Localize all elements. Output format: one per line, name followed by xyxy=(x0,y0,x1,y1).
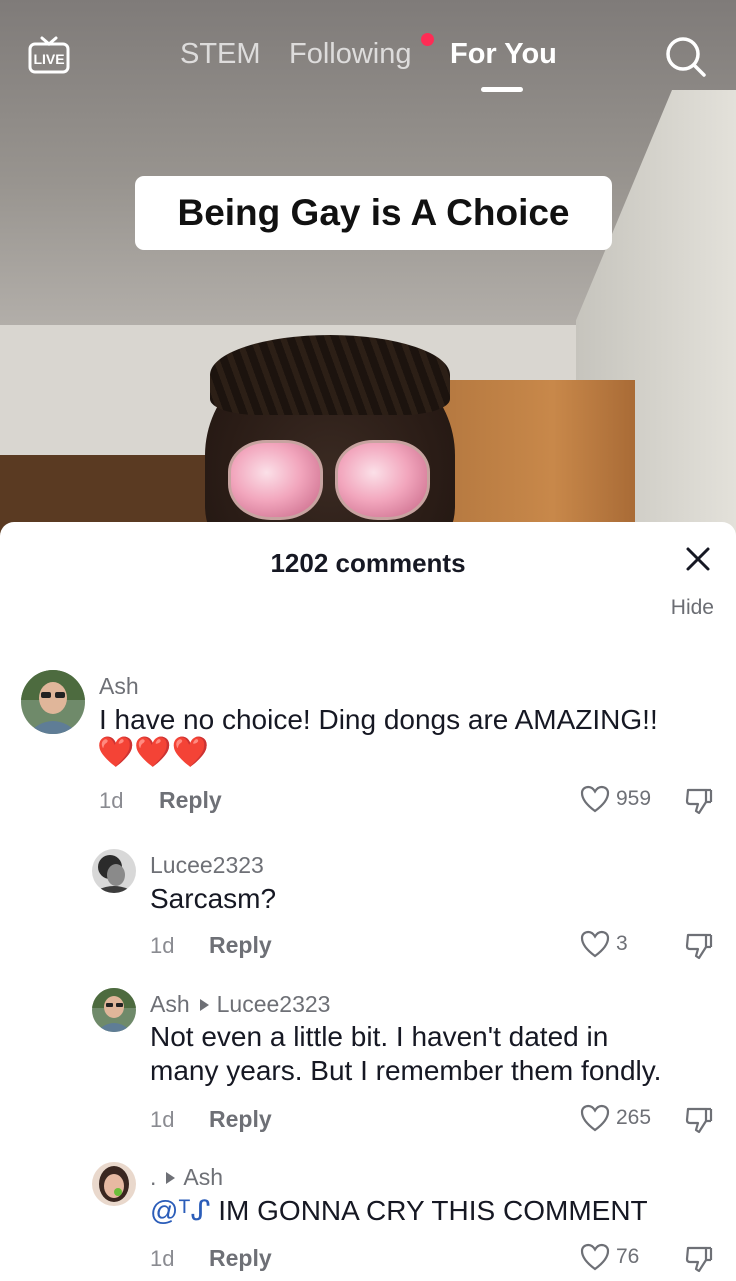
like-button[interactable]: 3 xyxy=(580,930,628,958)
sunglasses-lens-left xyxy=(228,440,323,520)
like-count: 3 xyxy=(616,932,628,955)
avatar[interactable] xyxy=(92,849,136,893)
comment-text: Sarcasm? xyxy=(150,883,277,914)
reply-button[interactable]: Reply xyxy=(209,1106,272,1133)
comments-count: 1202 comments xyxy=(270,548,466,578)
hide-button[interactable]: Hide xyxy=(671,596,714,620)
comments-panel: 1202 comments Hide Ash I have no choice!… xyxy=(0,522,736,1281)
comment-text: @ᵀᔑ IM GONNA CRY THIS COMMENT xyxy=(150,1194,648,1228)
comment-username[interactable]: Ash xyxy=(99,673,139,700)
active-tab-indicator xyxy=(481,87,523,92)
heart-icon xyxy=(580,785,610,813)
comment-text: I have no choice! Ding dongs are AMAZING… xyxy=(99,704,658,735)
top-nav: LIVE STEM Following For You xyxy=(0,0,736,110)
comment-username: Ash Lucee2323 xyxy=(150,991,330,1018)
comment-age: 1d xyxy=(99,788,124,813)
reply-to-username[interactable]: Ash xyxy=(183,1164,223,1191)
heart-icon xyxy=(580,1243,610,1271)
reply-button[interactable]: Reply xyxy=(159,787,222,814)
video-person-hair xyxy=(210,335,450,415)
like-button[interactable]: 76 xyxy=(580,1243,639,1271)
heart-icon xyxy=(580,930,610,958)
avatar[interactable] xyxy=(92,988,136,1032)
comment-username[interactable]: Lucee2323 xyxy=(150,852,264,879)
dislike-icon[interactable] xyxy=(684,1105,714,1135)
comment-text-body: IM GONNA CRY THIS COMMENT xyxy=(210,1195,648,1226)
like-button[interactable]: 959 xyxy=(580,785,651,813)
sunglasses-lens-right xyxy=(335,440,430,520)
comment-text-line: Not even a little bit. I haven't dated i… xyxy=(150,1021,609,1052)
comment-age: 1d xyxy=(150,1107,175,1132)
avatar[interactable] xyxy=(92,1162,136,1206)
comment-text-line: many years. But I remember them fondly. xyxy=(150,1055,662,1086)
live-icon[interactable]: LIVE xyxy=(26,32,72,78)
comment-author[interactable]: . xyxy=(150,1164,156,1191)
like-count: 959 xyxy=(616,787,652,810)
comment-username: . Ash xyxy=(150,1164,223,1191)
close-icon[interactable] xyxy=(683,544,713,574)
live-icon-label: LIVE xyxy=(33,51,64,67)
comment-age: 1d xyxy=(150,933,175,958)
reply-arrow-icon xyxy=(166,1171,176,1184)
comment-emoji: ❤️❤️❤️ xyxy=(97,736,210,769)
reply-to-username[interactable]: Lucee2323 xyxy=(217,991,331,1018)
video-caption: Being Gay is A Choice xyxy=(135,176,612,250)
dislike-icon[interactable] xyxy=(684,1244,714,1274)
dislike-icon[interactable] xyxy=(684,931,714,961)
tab-following[interactable]: Following xyxy=(289,38,412,71)
following-notification-dot xyxy=(421,33,434,46)
like-button[interactable]: 265 xyxy=(580,1104,651,1132)
search-icon[interactable] xyxy=(662,33,708,79)
like-count: 76 xyxy=(616,1245,640,1268)
tab-for-you[interactable]: For You xyxy=(450,38,557,71)
reply-button[interactable]: Reply xyxy=(209,932,272,959)
reply-button[interactable]: Reply xyxy=(209,1245,272,1272)
comment-author[interactable]: Ash xyxy=(150,991,190,1018)
dislike-icon[interactable] xyxy=(684,786,714,816)
like-count: 265 xyxy=(616,1106,652,1129)
heart-icon xyxy=(580,1104,610,1132)
reply-arrow-icon xyxy=(199,998,209,1011)
avatar[interactable] xyxy=(21,670,85,734)
mention-link[interactable]: @ᵀᔑ xyxy=(150,1195,210,1226)
tab-stem[interactable]: STEM xyxy=(180,38,261,71)
comment-age: 1d xyxy=(150,1246,175,1271)
